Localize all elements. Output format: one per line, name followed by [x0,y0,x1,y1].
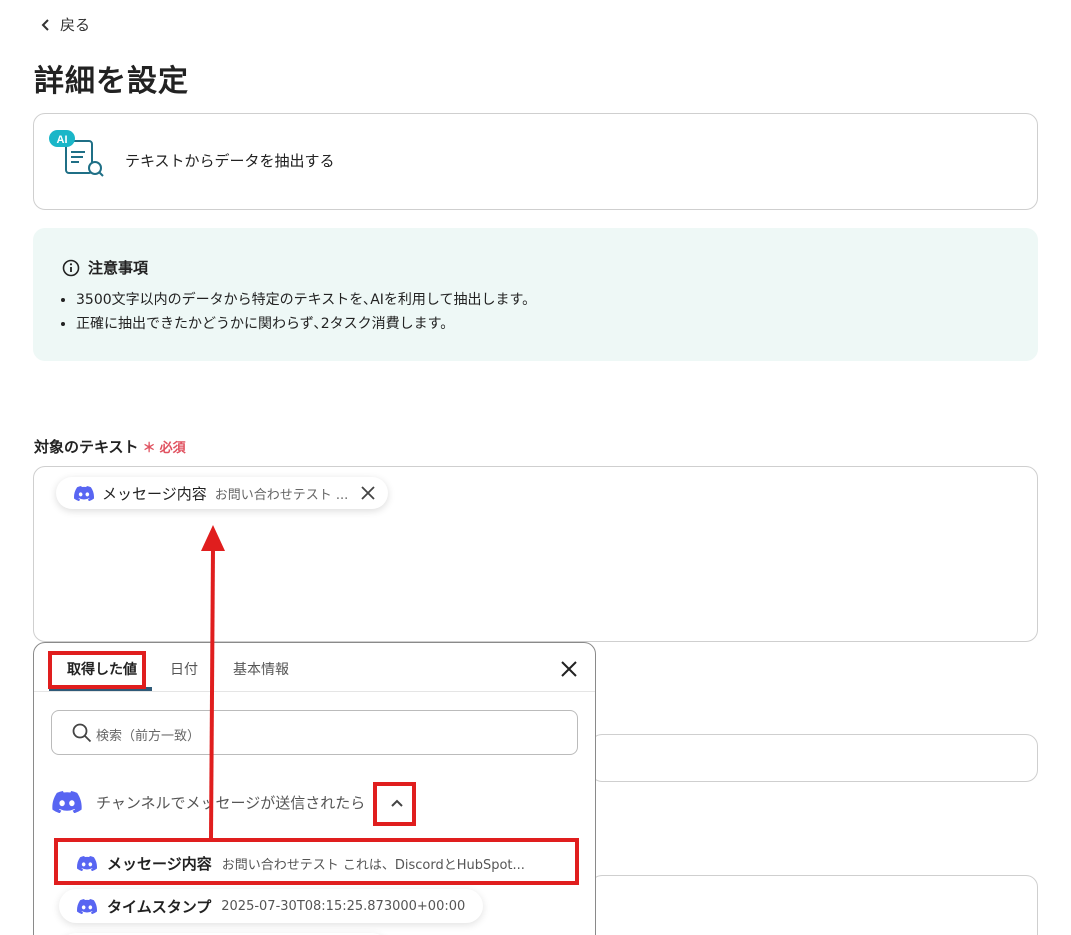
background-input[interactable] [590,734,1038,782]
discord-icon [77,855,97,871]
field-label: 対象のテキスト ＊ 必須 [34,436,186,457]
back-label: 戻る [60,16,91,34]
operation-card: AI テキストからデータを抽出する [33,113,1038,210]
close-icon[interactable] [559,659,579,679]
active-tab-indicator [49,687,152,691]
required-mark: ＊ [142,441,156,456]
info-icon [62,259,80,276]
picker-tabs: 取得した値 日付 基本情報 [34,643,595,692]
required-label: 必須 [159,441,186,456]
search-placeholder: 検索（前方一致） [96,729,201,744]
variable-chip[interactable]: メッセージ内容 お問い合わせテスト ... [56,477,389,509]
discord-icon [77,898,97,914]
tab-basic-info[interactable]: 基本情報 [233,659,289,679]
back-link[interactable]: 戻る [40,14,90,35]
close-icon[interactable] [360,485,376,501]
item-title: メッセージ内容 [107,854,212,873]
discord-icon [74,485,94,501]
operation-label: テキストからデータを抽出する [125,152,335,170]
chevron-up-icon[interactable] [389,795,405,811]
tab-date[interactable]: 日付 [170,659,198,679]
notice-list: 3500文字以内のデータから特定のテキストを､AIを利用して抽出します。 正確に… [76,288,536,336]
notice-heading: 注意事項 [62,257,148,278]
trigger-label: チャンネルでメッセージが送信されたら [96,793,366,812]
notice-item: 正確に抽出できたかどうかに関わらず､2タスク消費します。 [76,312,536,336]
notice-item: 3500文字以内のデータから特定のテキストを､AIを利用して抽出します。 [76,288,536,312]
search-icon [72,723,92,743]
trigger-group-header[interactable]: チャンネルでメッセージが送信されたら [52,791,365,813]
value-picker-panel: 取得した値 日付 基本情報 検索（前方一致） チャンネルでメッセージが送信された… [33,642,596,935]
chevron-left-icon [41,18,49,31]
field-label-text: 対象のテキスト [34,438,139,456]
list-item-message-content[interactable]: メッセージ内容 お問い合わせテスト これは、DiscordとHubSpot... [59,846,543,880]
chip-title: メッセージ内容 [102,484,207,503]
chip-value: お問い合わせテスト ... [214,487,349,503]
tab-acquired-values[interactable]: 取得した値 [67,659,137,679]
discord-icon [52,791,82,813]
search-input[interactable]: 検索（前方一致） [51,710,578,755]
item-value: 2025-07-30T08:15:25.873000+00:00 [221,898,466,914]
item-value: お問い合わせテスト これは、DiscordとHubSpot... [221,857,525,873]
ai-badge: AI [57,134,68,146]
background-textarea[interactable] [590,875,1038,935]
page-title: 詳細を設定 [34,64,189,99]
ai-document-search-icon: AI [49,130,104,177]
notice-box: 注意事項 3500文字以内のデータから特定のテキストを､AIを利用して抽出します… [33,228,1038,361]
list-item-timestamp[interactable]: タイムスタンプ 2025-07-30T08:15:25.873000+00:00 [59,889,484,923]
notice-title: 注意事項 [88,259,149,277]
item-title: タイムスタンプ [107,897,212,916]
